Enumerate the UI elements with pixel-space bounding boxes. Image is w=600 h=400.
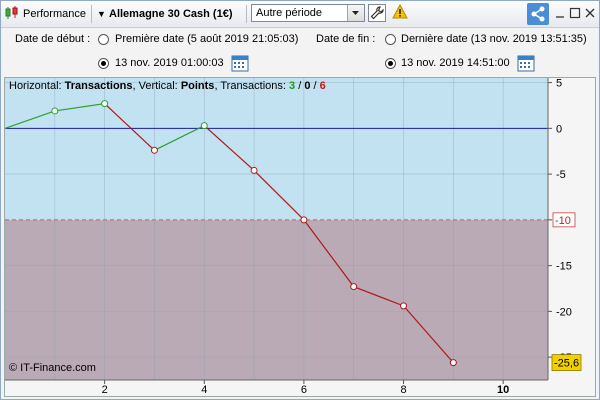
wrench-icon[interactable] — [368, 4, 386, 22]
end-last-radio[interactable] — [385, 34, 396, 45]
chart-info-line: Horizontal: Transactions, Vertical: Poin… — [9, 80, 326, 92]
data-point — [400, 302, 408, 310]
calendar-icon[interactable] — [231, 54, 249, 72]
close-icon[interactable] — [584, 7, 596, 19]
end-last-label[interactable]: Dernière date (13 nov. 2019 13:51:35) — [401, 32, 587, 46]
threshold-label: -10 — [555, 215, 571, 227]
count-separator: / — [310, 80, 320, 92]
horizontal-label: Horizontal: — [9, 80, 62, 92]
vertical-label: , Vertical: — [132, 80, 178, 92]
performance-window: Performance ▼ Allemagne 30 Cash (1€) Aut… — [0, 0, 600, 400]
toolbar-divider — [91, 5, 92, 23]
x-tick-label: 8 — [400, 384, 406, 396]
start-first-label[interactable]: Première date (5 août 2019 21:05:03) — [115, 32, 298, 46]
end-custom-date[interactable]: 13 nov. 2019 14:51:00 — [401, 56, 510, 70]
data-point — [51, 107, 59, 115]
share-icon[interactable] — [527, 3, 549, 25]
start-custom-date[interactable]: 13 nov. 2019 01:00:03 — [115, 56, 224, 70]
data-point — [101, 100, 109, 108]
calendar-icon[interactable] — [517, 54, 535, 72]
x-tick-label: 4 — [201, 384, 207, 396]
x-tick-label: 10 — [497, 384, 509, 396]
dropdown-arrow-icon[interactable] — [347, 5, 364, 21]
minimize-icon[interactable] — [554, 7, 566, 19]
start-date-label: Date de début : — [15, 33, 91, 45]
profit-zone — [5, 78, 548, 220]
data-point — [350, 283, 358, 291]
x-tick-label: 2 — [102, 384, 108, 396]
data-point — [250, 166, 258, 174]
toolbar-divider — [246, 5, 247, 23]
loss-zone — [5, 219, 548, 380]
toolbar: Performance ▼ Allemagne 30 Cash (1€) Aut… — [1, 1, 599, 28]
start-first-radio[interactable] — [98, 34, 109, 45]
instrument-selector[interactable]: Allemagne 30 Cash (1€) — [109, 5, 233, 23]
vertical-value: Points — [180, 80, 215, 92]
count-separator: / — [295, 80, 305, 92]
horizontal-value: Transactions — [64, 80, 133, 92]
warning-icon[interactable] — [392, 3, 410, 22]
data-point — [449, 359, 457, 367]
losing-count: 6 — [319, 80, 326, 92]
end-date-label: Date de fin : — [316, 33, 376, 45]
data-point — [200, 122, 208, 130]
performance-title[interactable]: Performance — [23, 5, 86, 23]
chart-canvas: 50-5-15-20-25-10246810-25,6 — [5, 78, 582, 396]
start-custom-radio[interactable] — [98, 58, 109, 69]
maximize-icon[interactable] — [569, 7, 581, 19]
data-point — [150, 146, 158, 154]
x-tick-label: 6 — [301, 384, 307, 396]
last-value-label: -25,6 — [554, 358, 579, 370]
y-tick-label: 5 — [556, 78, 562, 90]
y-tick-label: 0 — [556, 123, 562, 135]
transactions-label: , Transactions: — [214, 80, 286, 92]
end-custom-radio[interactable] — [385, 58, 396, 69]
chevron-down-icon[interactable]: ▼ — [97, 5, 106, 23]
candlestick-icon[interactable] — [4, 6, 22, 24]
y-tick-label: -15 — [556, 261, 572, 273]
period-dropdown[interactable]: Autre période — [251, 4, 365, 22]
y-tick-label: -20 — [556, 306, 572, 318]
y-tick-label: -5 — [556, 169, 566, 181]
copyright-text: © IT-Finance.com — [9, 362, 96, 374]
data-point — [300, 216, 308, 224]
performance-chart[interactable]: 50-5-15-20-25-10246810-25,6 Horizontal: … — [4, 77, 596, 397]
period-value: Autre période — [256, 7, 323, 19]
